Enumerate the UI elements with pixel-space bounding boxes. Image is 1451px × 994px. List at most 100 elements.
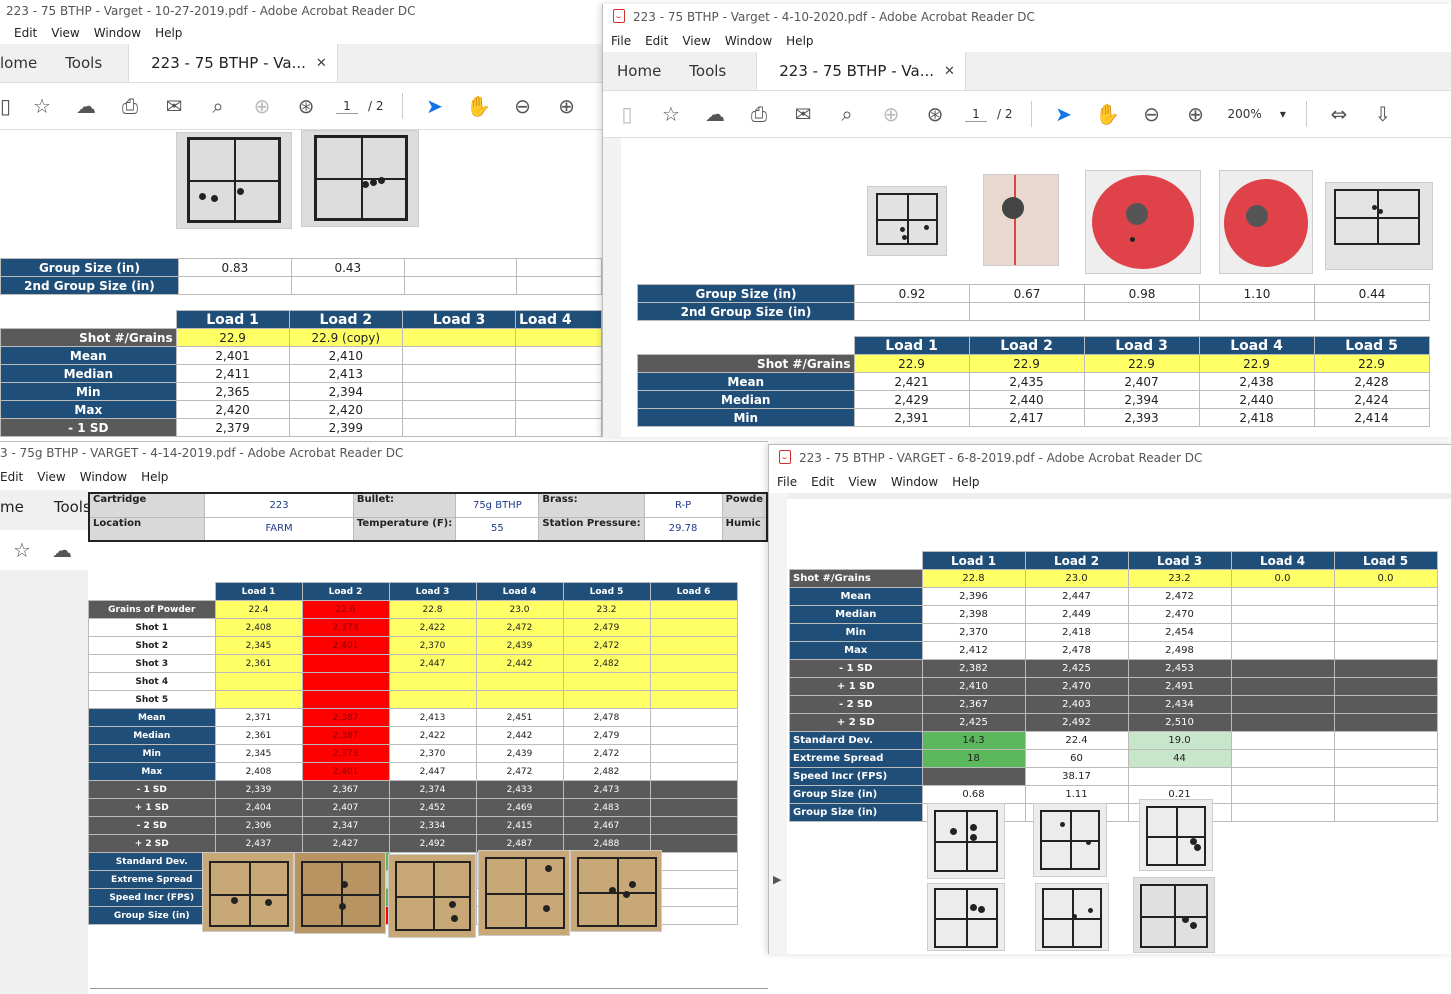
tab-document[interactable]: 223 - 75 BTHP - Va... ✕ — [756, 52, 966, 90]
tab-tools[interactable]: Tools — [51, 44, 128, 82]
page-count: / 2 — [997, 107, 1013, 121]
mail-icon[interactable]: ✉ — [781, 102, 825, 126]
tab-tools[interactable]: Tools — [675, 52, 756, 90]
row-label: + 1 SD — [88, 798, 216, 817]
row-label: Extreme Spread — [88, 870, 216, 889]
table-cell: 2,439 — [475, 744, 564, 763]
toolbar-divider — [1305, 101, 1307, 127]
load-header: Load 2 — [1024, 551, 1129, 570]
save-icon[interactable]: ▯ — [0, 94, 20, 118]
row-label: Shot #/Grains — [0, 328, 177, 347]
star-icon[interactable]: ☆ — [649, 102, 693, 126]
bullet-hole — [1130, 237, 1135, 242]
hand-icon[interactable]: ✋ — [1086, 102, 1130, 126]
star-icon[interactable]: ☆ — [20, 94, 64, 118]
zoom-dropdown[interactable]: 200% ▾ — [1218, 107, 1296, 121]
print-icon[interactable]: ⎙ — [108, 94, 152, 118]
tab-home[interactable]: lome — [0, 44, 51, 82]
table-cell: 2,373 — [301, 744, 390, 763]
acrobat-window-10-27-2019: 223 - 75 BTHP - Varget - 10-27-2019.pdf … — [0, 0, 602, 437]
table-cell: 2,401 — [301, 762, 390, 781]
menu-edit[interactable]: Edit — [645, 34, 668, 48]
table-cell: 2,370 — [388, 636, 477, 655]
close-icon[interactable]: ✕ — [944, 64, 955, 79]
upload-icon[interactable]: ☁ — [693, 102, 737, 126]
menu-help[interactable]: Help — [786, 34, 813, 48]
zoom-out-icon[interactable]: ⊖ — [1130, 102, 1174, 126]
menu-view[interactable]: View — [37, 470, 65, 484]
zoom-in-icon[interactable]: ⊕ — [545, 94, 589, 118]
mail-icon[interactable]: ✉ — [152, 94, 196, 118]
table-cell — [1333, 677, 1438, 696]
menu-window[interactable]: Window — [80, 470, 127, 484]
pointer-icon[interactable]: ➤ — [413, 94, 457, 118]
table-cell: 2,382 — [921, 659, 1026, 678]
page-up-icon[interactable]: ⊕ — [240, 94, 284, 118]
table-row: + 2 SD 2,425 2,492 2,510 — [789, 713, 1438, 732]
table-cell: 2,479 — [562, 618, 651, 637]
table-row: Max 2,420 2,420 — [0, 400, 602, 419]
table-cell: 2,467 — [562, 816, 651, 835]
tab-home[interactable]: me — [0, 498, 24, 516]
tab-home[interactable]: Home — [603, 52, 675, 90]
tab-tools[interactable]: Tools — [54, 498, 91, 516]
hand-icon[interactable]: ✋ — [457, 94, 501, 118]
menu-help[interactable]: Help — [141, 470, 168, 484]
group-size-cell: 0.44 — [1314, 284, 1430, 303]
menu-view[interactable]: View — [848, 475, 876, 489]
upload-icon[interactable]: ☁ — [44, 538, 80, 562]
menu-window[interactable]: Window — [94, 26, 141, 40]
menu-view[interactable]: View — [682, 34, 710, 48]
pointer-icon[interactable]: ➤ — [1042, 102, 1086, 126]
page-down-icon[interactable]: ⊛ — [284, 94, 328, 118]
target-photo-5 — [570, 850, 662, 932]
menu-window[interactable]: Window — [891, 475, 938, 489]
table-cell: 2,347 — [301, 816, 390, 835]
zoom-in-icon[interactable]: ⊕ — [1174, 102, 1218, 126]
page-down-icon[interactable]: ⊛ — [913, 102, 957, 126]
bullet-hole — [231, 897, 238, 904]
table-cell — [301, 654, 390, 673]
table-cell: 2,379 — [175, 418, 290, 437]
save-icon[interactable]: ▯ — [605, 102, 649, 126]
close-icon[interactable]: ✕ — [316, 56, 327, 71]
chevron-right-icon[interactable]: ▶ — [773, 873, 781, 886]
menu-file[interactable]: File — [777, 475, 797, 489]
table-cell: 2,367 — [921, 695, 1026, 714]
zoom-out-icon[interactable]: ⊖ — [501, 94, 545, 118]
pressure-value: 29.78 — [643, 516, 723, 542]
bullet-hole — [362, 181, 369, 188]
pdf-icon — [613, 9, 625, 23]
row-label: Median — [637, 390, 855, 409]
row-label: Standard Dev. — [88, 852, 216, 871]
upload-icon[interactable]: ☁ — [64, 94, 108, 118]
menu-view[interactable]: View — [51, 26, 79, 40]
target-red-circle — [1224, 179, 1308, 267]
table-cell: 2,491 — [1127, 677, 1232, 696]
menu-file[interactable]: File — [611, 34, 631, 48]
search-icon[interactable]: ⌕ — [196, 94, 240, 118]
page-number-input[interactable]: 1 — [965, 107, 987, 122]
star-icon[interactable]: ☆ — [0, 538, 44, 562]
fit-page-icon[interactable]: ⇔ — [1317, 102, 1361, 126]
search-icon[interactable]: ⌕ — [825, 102, 869, 126]
page-up-icon[interactable]: ⊕ — [869, 102, 913, 126]
bullet-label: Bullet: — [352, 492, 457, 518]
table-cell — [1333, 605, 1438, 624]
menu-help[interactable]: Help — [155, 26, 182, 40]
row-label: Shot #/Grains — [637, 354, 855, 373]
tab-document[interactable]: 223 - 75 BTHP - Va... ✕ — [128, 44, 338, 82]
menu-help[interactable]: Help — [952, 475, 979, 489]
menu-window[interactable]: Window — [725, 34, 772, 48]
menu-edit[interactable]: Edit — [811, 475, 834, 489]
menu-edit[interactable]: Edit — [14, 26, 37, 40]
scroll-mode-icon[interactable]: ⇩ — [1361, 102, 1405, 126]
page-number-input[interactable]: 1 — [336, 99, 358, 114]
bullet-hole — [970, 904, 977, 911]
location-label: Location — [88, 516, 206, 542]
table-cell: 22.4 — [214, 600, 303, 619]
print-icon[interactable]: ⎙ — [737, 102, 781, 126]
menu-edit[interactable]: Edit — [0, 470, 23, 484]
bullet-hole — [950, 828, 957, 835]
table-row: - 2 SD 2,306 2,347 2,334 2,415 2,467 — [88, 816, 738, 835]
